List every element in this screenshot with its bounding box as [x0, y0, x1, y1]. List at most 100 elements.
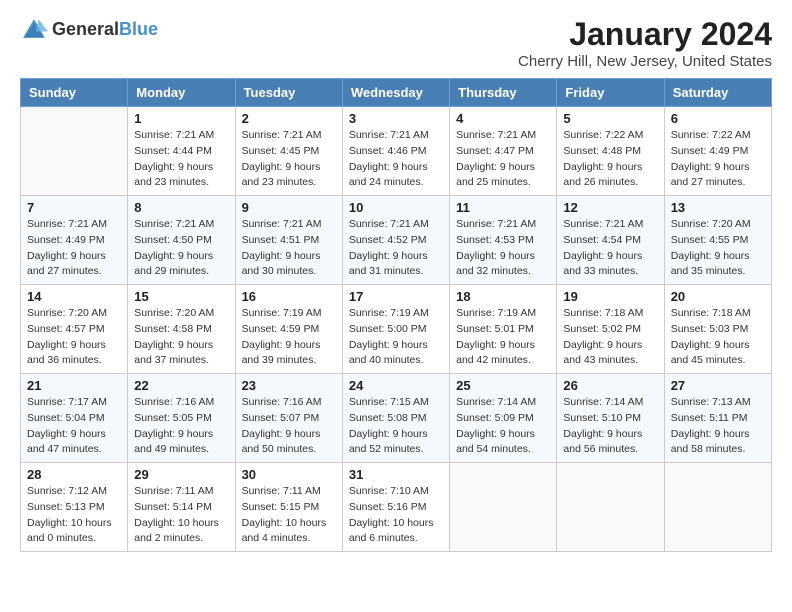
calendar-cell: 6 Sunrise: 7:22 AM Sunset: 4:49 PM Dayli…	[664, 107, 771, 196]
calendar-cell: 21 Sunrise: 7:17 AM Sunset: 5:04 PM Dayl…	[21, 374, 128, 463]
sunrise-text: Sunrise: 7:22 AM	[563, 129, 643, 141]
day-info: Sunrise: 7:11 AM Sunset: 5:14 PM Dayligh…	[134, 484, 228, 547]
sunset-text: Sunset: 4:51 PM	[242, 234, 320, 246]
calendar-cell: 1 Sunrise: 7:21 AM Sunset: 4:44 PM Dayli…	[128, 107, 235, 196]
daylight-text: Daylight: 9 hours and 23 minutes.	[242, 161, 321, 189]
calendar-week-row: 21 Sunrise: 7:17 AM Sunset: 5:04 PM Dayl…	[21, 374, 772, 463]
sunrise-text: Sunrise: 7:21 AM	[242, 129, 322, 141]
daylight-text: Daylight: 9 hours and 42 minutes.	[456, 339, 535, 367]
calendar-week-row: 7 Sunrise: 7:21 AM Sunset: 4:49 PM Dayli…	[21, 196, 772, 285]
calendar-week-row: 14 Sunrise: 7:20 AM Sunset: 4:57 PM Dayl…	[21, 285, 772, 374]
day-number: 9	[242, 200, 336, 215]
calendar-cell: 20 Sunrise: 7:18 AM Sunset: 5:03 PM Dayl…	[664, 285, 771, 374]
sunrise-text: Sunrise: 7:18 AM	[671, 307, 751, 319]
calendar-cell: 28 Sunrise: 7:12 AM Sunset: 5:13 PM Dayl…	[21, 463, 128, 552]
sunrise-text: Sunrise: 7:15 AM	[349, 396, 429, 408]
day-info: Sunrise: 7:20 AM Sunset: 4:55 PM Dayligh…	[671, 217, 765, 280]
daylight-text: Daylight: 10 hours and 2 minutes.	[134, 517, 219, 545]
day-number: 29	[134, 467, 228, 482]
sunrise-text: Sunrise: 7:21 AM	[27, 218, 107, 230]
sunrise-text: Sunrise: 7:12 AM	[27, 485, 107, 497]
logo: GeneralBlue	[20, 16, 158, 44]
sunrise-text: Sunrise: 7:20 AM	[134, 307, 214, 319]
daylight-text: Daylight: 9 hours and 58 minutes.	[671, 428, 750, 456]
daylight-text: Daylight: 9 hours and 26 minutes.	[563, 161, 642, 189]
sunrise-text: Sunrise: 7:22 AM	[671, 129, 751, 141]
day-info: Sunrise: 7:21 AM Sunset: 4:51 PM Dayligh…	[242, 217, 336, 280]
calendar-cell: 14 Sunrise: 7:20 AM Sunset: 4:57 PM Dayl…	[21, 285, 128, 374]
day-number: 27	[671, 378, 765, 393]
day-number: 22	[134, 378, 228, 393]
location-subtitle: Cherry Hill, New Jersey, United States	[518, 53, 772, 70]
day-number: 12	[563, 200, 657, 215]
sunset-text: Sunset: 5:04 PM	[27, 412, 105, 424]
day-info: Sunrise: 7:21 AM Sunset: 4:50 PM Dayligh…	[134, 217, 228, 280]
sunset-text: Sunset: 5:14 PM	[134, 501, 212, 513]
day-number: 3	[349, 111, 443, 126]
calendar-header-row: SundayMondayTuesdayWednesdayThursdayFrid…	[21, 79, 772, 107]
day-number: 30	[242, 467, 336, 482]
day-of-week-header: Saturday	[664, 79, 771, 107]
day-number: 23	[242, 378, 336, 393]
daylight-text: Daylight: 9 hours and 37 minutes.	[134, 339, 213, 367]
calendar-cell: 11 Sunrise: 7:21 AM Sunset: 4:53 PM Dayl…	[450, 196, 557, 285]
sunrise-text: Sunrise: 7:21 AM	[349, 218, 429, 230]
day-info: Sunrise: 7:18 AM Sunset: 5:03 PM Dayligh…	[671, 306, 765, 369]
day-of-week-header: Sunday	[21, 79, 128, 107]
sunset-text: Sunset: 4:49 PM	[671, 145, 749, 157]
calendar-cell: 19 Sunrise: 7:18 AM Sunset: 5:02 PM Dayl…	[557, 285, 664, 374]
day-number: 24	[349, 378, 443, 393]
sunrise-text: Sunrise: 7:10 AM	[349, 485, 429, 497]
day-number: 7	[27, 200, 121, 215]
sunrise-text: Sunrise: 7:21 AM	[349, 129, 429, 141]
daylight-text: Daylight: 9 hours and 39 minutes.	[242, 339, 321, 367]
calendar-cell: 25 Sunrise: 7:14 AM Sunset: 5:09 PM Dayl…	[450, 374, 557, 463]
sunset-text: Sunset: 4:54 PM	[563, 234, 641, 246]
daylight-text: Daylight: 9 hours and 33 minutes.	[563, 250, 642, 278]
daylight-text: Daylight: 9 hours and 52 minutes.	[349, 428, 428, 456]
sunset-text: Sunset: 5:11 PM	[671, 412, 748, 424]
sunset-text: Sunset: 4:52 PM	[349, 234, 427, 246]
calendar-cell: 29 Sunrise: 7:11 AM Sunset: 5:14 PM Dayl…	[128, 463, 235, 552]
day-info: Sunrise: 7:21 AM Sunset: 4:52 PM Dayligh…	[349, 217, 443, 280]
day-number: 1	[134, 111, 228, 126]
day-info: Sunrise: 7:16 AM Sunset: 5:05 PM Dayligh…	[134, 395, 228, 458]
daylight-text: Daylight: 10 hours and 4 minutes.	[242, 517, 327, 545]
daylight-text: Daylight: 9 hours and 32 minutes.	[456, 250, 535, 278]
day-info: Sunrise: 7:12 AM Sunset: 5:13 PM Dayligh…	[27, 484, 121, 547]
calendar-cell	[557, 463, 664, 552]
sunset-text: Sunset: 4:53 PM	[456, 234, 534, 246]
day-number: 15	[134, 289, 228, 304]
calendar-cell	[664, 463, 771, 552]
sunrise-text: Sunrise: 7:21 AM	[134, 218, 214, 230]
calendar-cell: 7 Sunrise: 7:21 AM Sunset: 4:49 PM Dayli…	[21, 196, 128, 285]
sunset-text: Sunset: 5:01 PM	[456, 323, 534, 335]
sunrise-text: Sunrise: 7:16 AM	[134, 396, 214, 408]
calendar-cell: 27 Sunrise: 7:13 AM Sunset: 5:11 PM Dayl…	[664, 374, 771, 463]
sunset-text: Sunset: 5:16 PM	[349, 501, 427, 513]
sunset-text: Sunset: 4:45 PM	[242, 145, 320, 157]
sunset-text: Sunset: 4:44 PM	[134, 145, 212, 157]
day-number: 8	[134, 200, 228, 215]
calendar-cell: 23 Sunrise: 7:16 AM Sunset: 5:07 PM Dayl…	[235, 374, 342, 463]
daylight-text: Daylight: 9 hours and 23 minutes.	[134, 161, 213, 189]
daylight-text: Daylight: 9 hours and 35 minutes.	[671, 250, 750, 278]
day-number: 31	[349, 467, 443, 482]
sunrise-text: Sunrise: 7:19 AM	[242, 307, 322, 319]
day-number: 16	[242, 289, 336, 304]
calendar-cell: 17 Sunrise: 7:19 AM Sunset: 5:00 PM Dayl…	[342, 285, 449, 374]
calendar-cell: 3 Sunrise: 7:21 AM Sunset: 4:46 PM Dayli…	[342, 107, 449, 196]
calendar-cell	[21, 107, 128, 196]
day-number: 14	[27, 289, 121, 304]
sunrise-text: Sunrise: 7:21 AM	[242, 218, 322, 230]
day-number: 28	[27, 467, 121, 482]
daylight-text: Daylight: 9 hours and 40 minutes.	[349, 339, 428, 367]
daylight-text: Daylight: 9 hours and 45 minutes.	[671, 339, 750, 367]
day-info: Sunrise: 7:17 AM Sunset: 5:04 PM Dayligh…	[27, 395, 121, 458]
day-of-week-header: Wednesday	[342, 79, 449, 107]
sunrise-text: Sunrise: 7:21 AM	[456, 129, 536, 141]
day-info: Sunrise: 7:18 AM Sunset: 5:02 PM Dayligh…	[563, 306, 657, 369]
sunset-text: Sunset: 5:08 PM	[349, 412, 427, 424]
title-block: January 2024 Cherry Hill, New Jersey, Un…	[518, 16, 772, 70]
day-number: 19	[563, 289, 657, 304]
